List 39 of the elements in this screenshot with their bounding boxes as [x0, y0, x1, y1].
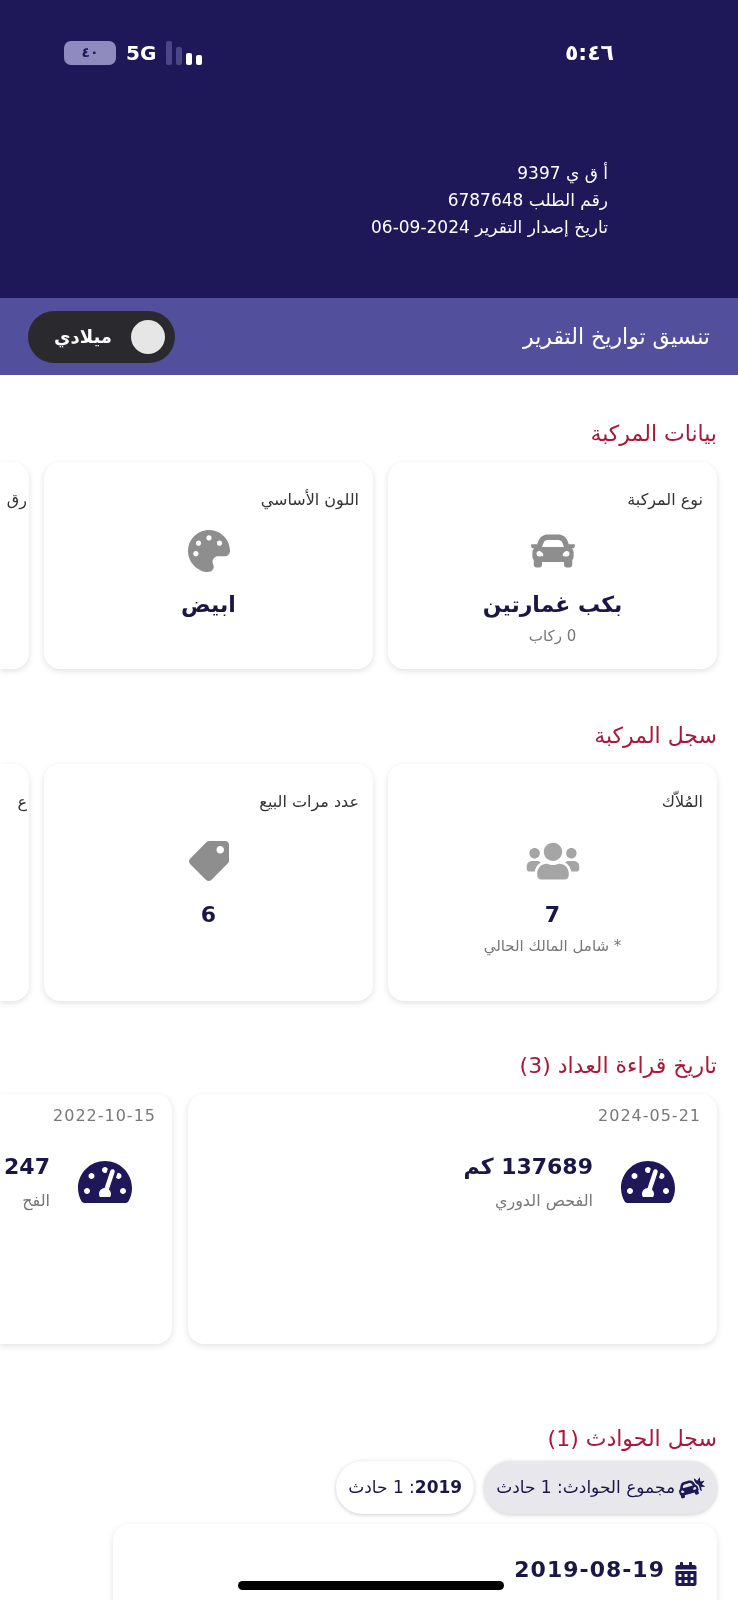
accident-date: 2019-08-19 — [514, 1556, 665, 1584]
card-value: بكب غمارتين — [482, 591, 623, 620]
reading-source: الفح — [22, 1190, 50, 1213]
car-crash-icon — [679, 1476, 705, 1499]
report-info-line: تاريخ إصدار التقرير 2024-09-06 — [371, 216, 608, 239]
calendar-toggle[interactable]: ميلادي — [28, 310, 175, 363]
card-subtitle: 0 ركاب — [528, 626, 577, 647]
reading-value: 247 — [4, 1153, 50, 1181]
card-label: عدد مرات البيع — [259, 791, 359, 814]
people-icon — [525, 840, 580, 882]
section-title: سجل الحوادث (1) — [546, 1425, 718, 1453]
calendar-icon — [675, 1562, 697, 1586]
accident-chip[interactable]: مجموع الحوادث: 1 حادث — [484, 1461, 717, 1514]
status-time: ٥:٤٦ — [564, 39, 614, 67]
report-info-line: أ ق ي 9397 — [517, 161, 608, 185]
toggle-knob — [131, 319, 165, 354]
card-label: ع — [16, 791, 28, 814]
bar-title: تنسيق تواريخ التقرير — [523, 323, 710, 351]
card-value: 6 — [200, 901, 217, 929]
reading-date: 2022-10-15 — [53, 1105, 157, 1127]
card-label: نوع المركبة — [627, 489, 703, 512]
report-info-line: رقم الطلب 6787648 — [447, 189, 608, 212]
palette-icon — [187, 530, 230, 572]
reading-date: 2024-05-21 — [598, 1105, 702, 1127]
card-label: المُلاّك — [661, 790, 703, 813]
section-title: تاريخ قراءة العداد (3) — [518, 1052, 718, 1080]
battery-indicator: ٤٠ — [64, 40, 116, 65]
card-value: 7 — [544, 901, 561, 929]
reading-source: الفحص الدوري — [494, 1190, 593, 1213]
price-tag-icon — [188, 841, 229, 881]
signal-icon — [166, 40, 205, 65]
card-subtitle: * شامل المالك الحالي — [483, 936, 622, 958]
card-label: رق — [5, 489, 28, 512]
section-title: سجل المركبة — [593, 722, 718, 750]
network-label: 5G — [126, 39, 157, 67]
reading-value: 137689 كم — [463, 1153, 593, 1181]
card-value: ابيض — [181, 591, 236, 619]
section-title: بيانات المركبة — [589, 420, 718, 448]
card-label: اللون الأساسي — [260, 488, 359, 512]
